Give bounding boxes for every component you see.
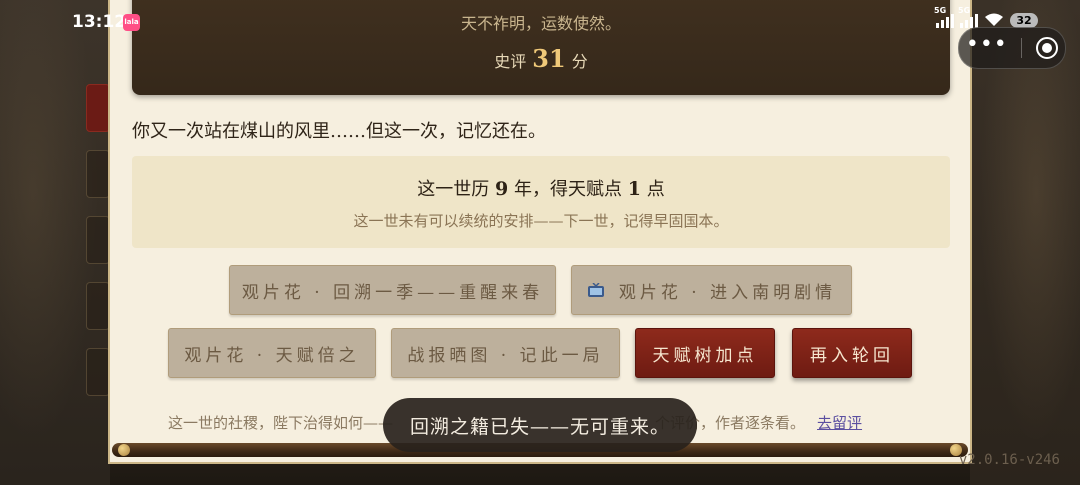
summary-middle: 年，得天赋点 xyxy=(514,179,622,200)
background-tab xyxy=(86,216,110,264)
toast-message: 回溯之籍已失——无可重来。 xyxy=(383,398,697,452)
background-landscape-right xyxy=(970,0,1080,485)
summary-suffix: 点 xyxy=(646,179,665,200)
summary-years: 9 xyxy=(495,178,509,200)
more-options-icon[interactable]: ••• xyxy=(966,34,1008,56)
signal-icon: 5G xyxy=(934,6,954,28)
signal-icon: 5G xyxy=(958,6,978,28)
scroll-rod-knob-left xyxy=(118,444,130,456)
result-panel: 天不祚明，运数使然。 史评 31 分 你又一次站在煤山的风里……但这一次，记忆还在。… xyxy=(108,0,972,464)
leave-review-link[interactable]: 去留评 xyxy=(817,414,862,432)
rewind-season-button[interactable]: 观片花 · 回溯一季——重醒来春 xyxy=(229,265,556,315)
background-tab xyxy=(86,84,110,132)
enter-southern-ming-button[interactable]: 观片花 · 进入南明剧情 xyxy=(571,265,852,315)
app-notification-icon: lala xyxy=(123,14,140,31)
share-report-button[interactable]: 战报晒图 · 记此一局 xyxy=(391,328,620,378)
score-prefix: 史评 xyxy=(494,52,527,71)
verdict-header: 天不祚明，运数使然。 史评 31 分 xyxy=(132,0,950,95)
reincarnate-button[interactable]: 再入轮回 xyxy=(792,328,912,378)
background-tab xyxy=(86,348,110,396)
narration-text: 你又一次站在煤山的风里……但这一次，记忆还在。 xyxy=(132,121,546,142)
rewind-season-label: 观片花 · 回溯一季——重醒来春 xyxy=(241,282,544,303)
double-talent-label: 观片花 · 天赋倍之 xyxy=(184,345,360,366)
background-tab xyxy=(86,282,110,330)
wifi-icon xyxy=(985,13,1003,26)
summary-points: 1 xyxy=(627,178,641,200)
capsule-divider xyxy=(1021,38,1023,58)
signal-label: 5G xyxy=(934,6,947,15)
summary-prefix: 这一世历 xyxy=(417,179,490,200)
reincarnate-label: 再入轮回 xyxy=(810,345,894,366)
tv-icon xyxy=(587,283,605,297)
history-score: 史评 31 分 xyxy=(132,44,950,73)
verdict-line: 天不祚明，运数使然。 xyxy=(460,14,621,33)
double-talent-button[interactable]: 观片花 · 天赋倍之 xyxy=(168,328,376,378)
status-indicators: 5G 5G 32 xyxy=(934,6,1038,28)
review-prompt-before: 这一世的社稷，陛下治得如何—— xyxy=(168,414,394,432)
version-label: v2.0.16-v246 xyxy=(958,452,1060,468)
close-miniprogram-icon[interactable] xyxy=(1036,37,1059,59)
talent-tree-label: 天赋树加点 xyxy=(652,345,758,366)
enter-southern-ming-label: 观片花 · 进入南明剧情 xyxy=(618,282,837,303)
status-time: 13:12 xyxy=(72,12,127,32)
summary-hint: 这一世未有可以续统的安排——下一世，记得早固国本。 xyxy=(353,212,729,230)
talent-tree-button[interactable]: 天赋树加点 xyxy=(635,328,775,378)
summary-main: 这一世历 9 年，得天赋点 1 点 xyxy=(132,175,950,201)
battery-icon: 32 xyxy=(1010,12,1038,28)
life-summary: 这一世历 9 年，得天赋点 1 点 这一世未有可以续统的安排——下一世，记得早固… xyxy=(132,156,950,248)
background-side-tabs xyxy=(86,84,110,464)
miniprogram-capsule: ••• xyxy=(958,27,1066,69)
signal-label: 5G xyxy=(958,6,971,15)
score-suffix: 分 xyxy=(571,52,588,71)
score-value: 31 xyxy=(532,44,566,73)
share-report-label: 战报晒图 · 记此一局 xyxy=(407,345,604,366)
background-tab xyxy=(86,150,110,198)
